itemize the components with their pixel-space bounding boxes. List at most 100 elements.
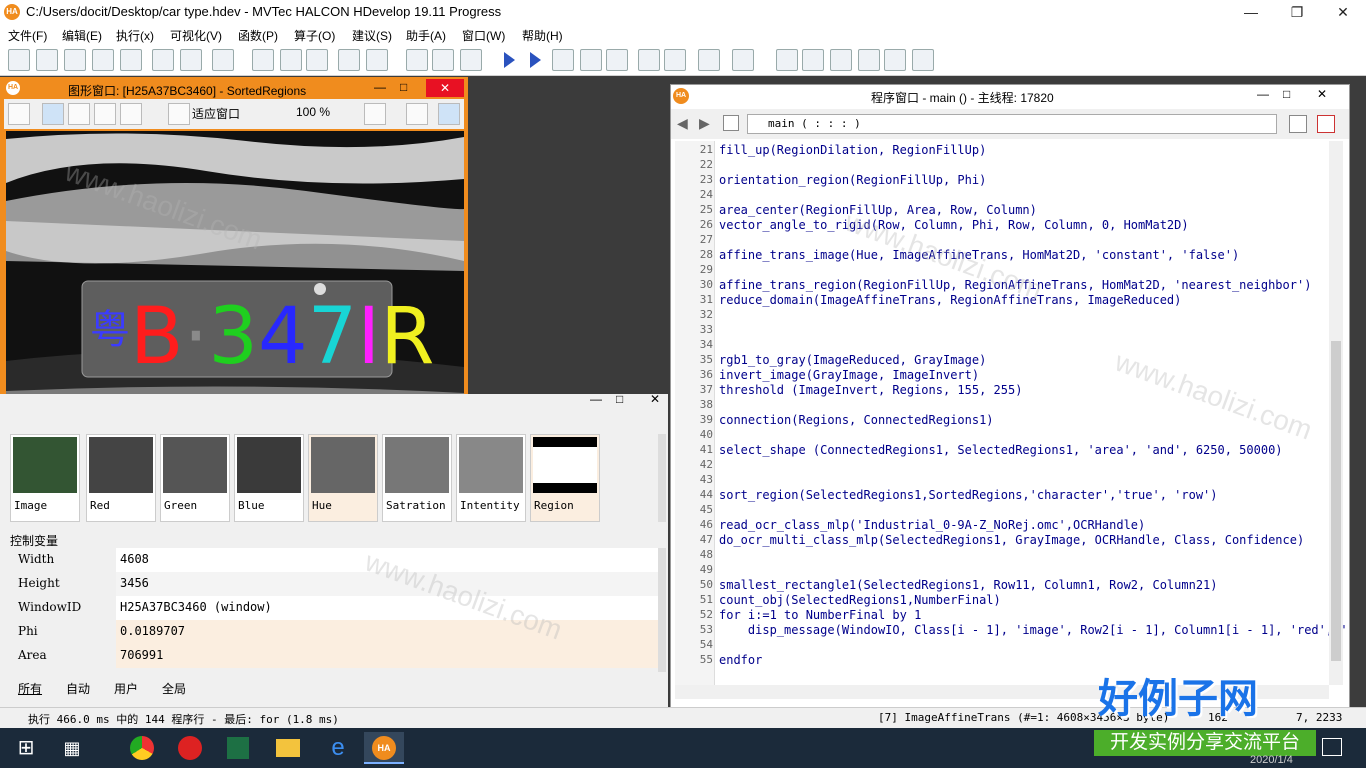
stopwatch-icon[interactable] [732,49,754,71]
minimize-button[interactable]: — [1228,0,1274,24]
procedure-icon[interactable] [1289,115,1307,133]
thumbnail-red[interactable]: Red [86,434,156,522]
code-line[interactable]: rgb1_to_gray(ImageReduced, GrayImage) [719,353,986,367]
menu-edit[interactable]: 编辑(E) [62,27,102,44]
properties-icon[interactable] [212,49,234,71]
delete-procedure-icon[interactable] [1317,115,1335,133]
import-icon[interactable] [180,49,202,71]
close-button[interactable]: ✕ [1317,87,1327,101]
minimize-button[interactable]: — [1257,87,1269,101]
task-view-icon[interactable]: ▦ [52,732,92,764]
maximize-button[interactable]: □ [616,392,623,406]
close-button[interactable]: ✕ [426,79,464,97]
pointer-icon[interactable] [42,103,64,125]
reset-icon[interactable] [698,49,720,71]
thumbnail-image[interactable]: Image [10,434,80,522]
code-line[interactable]: do_ocr_multi_class_mlp(SelectedRegions1,… [719,533,1304,547]
scrollbar-thumb[interactable] [1331,341,1341,661]
maximize-button[interactable]: □ [400,80,407,94]
menu-assistants[interactable]: 助手(A) [406,27,446,44]
code-line[interactable]: vector_angle_to_rigid(Row, Column, Phi, … [719,218,1189,232]
magnifier-icon[interactable] [94,103,116,125]
color-icon[interactable] [364,103,386,125]
code-line[interactable]: select_shape (ConnectedRegions1, Selecte… [719,443,1283,457]
menu-visualize[interactable]: 可视化(V) [170,27,222,44]
chrome-icon[interactable] [122,732,162,764]
halcon-taskbar-icon[interactable]: HA [364,732,404,764]
code-line[interactable]: disp_message(WindowIO, Class[i - 1], 'im… [719,623,1348,637]
menu-window[interactable]: 窗口(W) [462,27,505,44]
variable-row[interactable]: Height 3456 [6,572,658,596]
new-file-icon[interactable] [8,49,30,71]
code-line[interactable]: connection(Regions, ConnectedRegions1) [719,413,994,427]
find-icon[interactable] [406,49,428,71]
thumbnail-blue[interactable]: Blue [234,434,304,522]
excel-icon[interactable] [218,732,258,764]
replace-icon[interactable] [432,49,454,71]
procedure-select[interactable]: main ( : : : ) [747,114,1277,134]
cut-icon[interactable] [252,49,274,71]
new-procedure-icon[interactable] [723,115,739,131]
graphics-window-titlebar[interactable]: HA 图形窗口: [H25A37BC3460] - SortedRegions … [2,79,466,99]
menu-help[interactable]: 帮助(H) [522,27,563,44]
menu-suggestions[interactable]: 建议(S) [352,27,392,44]
program-window-titlebar[interactable]: HA 程序窗口 - main () - 主线程: 17820 — □ ✕ [671,85,1349,107]
thumbnail-saturation[interactable]: Satration [382,434,452,522]
code-line[interactable]: read_ocr_class_mlp('Industrial_0-9A-Z_No… [719,518,1145,532]
gray-histogram-icon[interactable] [802,49,824,71]
export-icon[interactable] [152,49,174,71]
close-button[interactable]: ✕ [650,392,660,406]
tab-user[interactable]: 用户 [114,680,138,697]
binoculars-icon[interactable] [460,49,482,71]
notification-icon[interactable] [1322,738,1342,756]
variable-row[interactable]: Area 706991 [6,644,658,668]
fit-window-icon[interactable] [168,103,190,125]
windows-start-icon[interactable]: ⊞ [6,732,46,764]
fit-window-select[interactable]: 适应窗口 [192,105,268,123]
scrollbar[interactable] [658,434,666,522]
step-back-icon[interactable] [580,49,602,71]
scrollbar[interactable] [658,548,666,672]
code-line[interactable]: sort_region(SelectedRegions1,SortedRegio… [719,488,1218,502]
open-recent-icon[interactable] [64,49,86,71]
stop-icon[interactable] [606,49,628,71]
lightbulb-icon[interactable] [438,103,460,125]
variable-row[interactable]: Width 4608 [6,548,658,572]
edit-icon[interactable] [8,103,30,125]
undo-icon[interactable] [338,49,360,71]
thumbnail-hue[interactable]: Hue [308,434,378,522]
back-arrow-icon[interactable]: ◀ [677,115,688,132]
minimize-button[interactable]: — [590,392,602,406]
hand-icon[interactable] [68,103,90,125]
netease-music-icon[interactable] [170,732,210,764]
thumbnail-region[interactable]: Region [530,434,600,522]
code-line[interactable]: invert_image(GrayImage, ImageInvert) [719,368,979,382]
step-into-icon[interactable] [638,49,660,71]
feature-histogram-icon[interactable] [830,49,852,71]
forward-arrow-icon[interactable]: ▶ [699,115,710,132]
menu-file[interactable]: 文件(F) [8,27,47,44]
code-line[interactable]: threshold (ImageInvert, Regions, 155, 25… [719,383,1022,397]
code-line[interactable]: fill_up(RegionDilation, RegionFillUp) [719,143,986,157]
inspect-icon[interactable] [406,103,428,125]
code-line[interactable]: count_obj(SelectedRegions1,NumberFinal) [719,593,1001,607]
menu-execute[interactable]: 执行(x) [116,27,154,44]
menu-operators[interactable]: 算子(O) [294,27,335,44]
tab-global[interactable]: 全局 [162,680,186,697]
edge-icon[interactable]: e [318,732,358,764]
feature-inspection-icon[interactable] [858,49,880,71]
tab-auto[interactable]: 自动 [66,680,90,697]
code-line[interactable]: smallest_rectangle1(SelectedRegions1, Ro… [719,578,1218,592]
thumbnail-intensity[interactable]: Intentity [456,434,526,522]
zoom-window-icon[interactable] [776,49,798,71]
save-all-icon[interactable] [120,49,142,71]
step-over-icon[interactable] [552,49,574,71]
step-out-icon[interactable] [664,49,686,71]
zoom-select[interactable]: 100 % [296,105,352,123]
menu-functions[interactable]: 函数(P) [238,27,278,44]
code-line[interactable]: endfor [719,653,762,667]
run-icon[interactable] [498,49,520,71]
close-button[interactable]: ✕ [1320,0,1366,24]
zoom-icon[interactable] [120,103,142,125]
open-file-icon[interactable] [36,49,58,71]
